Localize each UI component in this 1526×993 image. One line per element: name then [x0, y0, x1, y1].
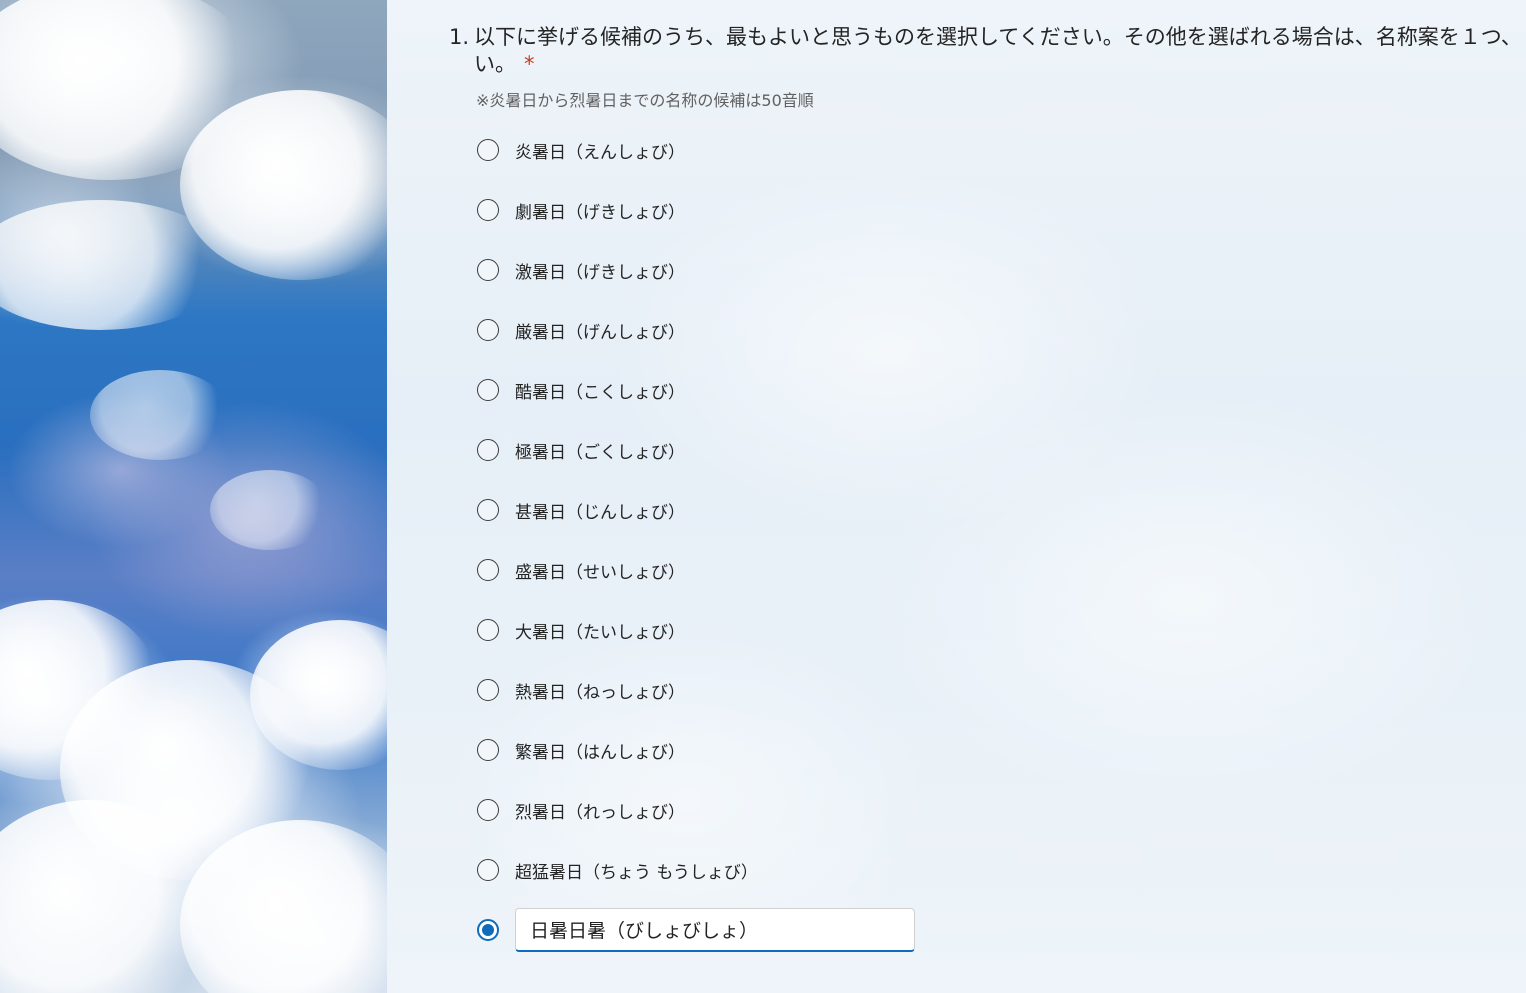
options-list: 炎暑日（えんしょび） 劇暑日（げきしょび） 激暑日（げきしょび） 厳暑日（げんし…	[477, 120, 915, 960]
radio-button[interactable]	[477, 859, 499, 881]
option-genshobi[interactable]: 厳暑日（げんしょび）	[477, 300, 915, 360]
option-gokushobi[interactable]: 極暑日（ごくしょび）	[477, 420, 915, 480]
radio-button[interactable]	[477, 739, 499, 761]
option-hanshobi[interactable]: 繁暑日（はんしょび）	[477, 720, 915, 780]
option-label[interactable]: 激暑日（げきしょび）	[515, 258, 685, 283]
option-label[interactable]: 厳暑日（げんしょび）	[515, 318, 685, 343]
radio-button[interactable]	[477, 679, 499, 701]
option-label[interactable]: 酷暑日（こくしょび）	[515, 378, 685, 403]
option-label[interactable]: 炎暑日（えんしょび）	[515, 138, 685, 163]
option-jinshobi[interactable]: 甚暑日（じんしょび）	[477, 480, 915, 540]
option-label[interactable]: 劇暑日（げきしょび）	[515, 198, 685, 223]
option-label[interactable]: 極暑日（ごくしょび）	[515, 438, 685, 463]
radio-button[interactable]	[477, 319, 499, 341]
radio-button[interactable]	[477, 499, 499, 521]
option-gekishobi-1[interactable]: 劇暑日（げきしょび）	[477, 180, 915, 240]
other-text-input[interactable]	[515, 908, 915, 952]
option-resshobi[interactable]: 烈暑日（れっしょび）	[477, 780, 915, 840]
question-text-line2: い。 *	[474, 51, 1526, 78]
option-other[interactable]	[477, 900, 915, 960]
radio-button[interactable]	[477, 199, 499, 221]
form-content: 1. 以下に挙げる候補のうち、最もよいと思うものを選択してください。その他を選ば…	[387, 0, 1526, 993]
option-cho-moshobi[interactable]: 超猛暑日（ちょう もうしょび）	[477, 840, 915, 900]
radio-button[interactable]	[477, 439, 499, 461]
question-text-line1: 以下に挙げる候補のうち、最もよいと思うものを選択してください。その他を選ばれる場…	[474, 25, 1522, 49]
option-label[interactable]: 甚暑日（じんしょび）	[515, 498, 685, 523]
option-gekishobi-2[interactable]: 激暑日（げきしょび）	[477, 240, 915, 300]
question-number: 1.	[449, 25, 470, 49]
radio-button[interactable]	[477, 799, 499, 821]
question-text-line2-content: い。	[474, 52, 516, 76]
option-label[interactable]: 盛暑日（せいしょび）	[515, 558, 685, 583]
required-mark: *	[524, 52, 535, 76]
option-label[interactable]: 大暑日（たいしょび）	[515, 618, 685, 643]
option-nesshobi[interactable]: 熱暑日（ねっしょび）	[477, 660, 915, 720]
sky-background-image	[0, 0, 387, 993]
option-enshobi[interactable]: 炎暑日（えんしょび）	[477, 120, 915, 180]
question-text: 以下に挙げる候補のうち、最もよいと思うものを選択してください。その他を選ばれる場…	[474, 24, 1526, 78]
radio-button[interactable]	[477, 559, 499, 581]
option-label[interactable]: 熱暑日（ねっしょび）	[515, 678, 685, 703]
radio-button[interactable]	[477, 259, 499, 281]
option-label[interactable]: 烈暑日（れっしょび）	[515, 798, 685, 823]
option-kokushobi[interactable]: 酷暑日（こくしょび）	[477, 360, 915, 420]
radio-button[interactable]	[477, 139, 499, 161]
survey-page: 1. 以下に挙げる候補のうち、最もよいと思うものを選択してください。その他を選ば…	[0, 0, 1526, 993]
question-note: ※炎暑日から烈暑日までの名称の候補は50音順	[476, 91, 814, 110]
option-taishobi[interactable]: 大暑日（たいしょび）	[477, 600, 915, 660]
option-seishobi[interactable]: 盛暑日（せいしょび）	[477, 540, 915, 600]
option-label[interactable]: 繁暑日（はんしょび）	[515, 738, 685, 763]
radio-button[interactable]	[477, 619, 499, 641]
radio-button[interactable]	[477, 379, 499, 401]
radio-button-selected[interactable]	[477, 919, 499, 941]
option-label[interactable]: 超猛暑日（ちょう もうしょび）	[515, 858, 758, 883]
